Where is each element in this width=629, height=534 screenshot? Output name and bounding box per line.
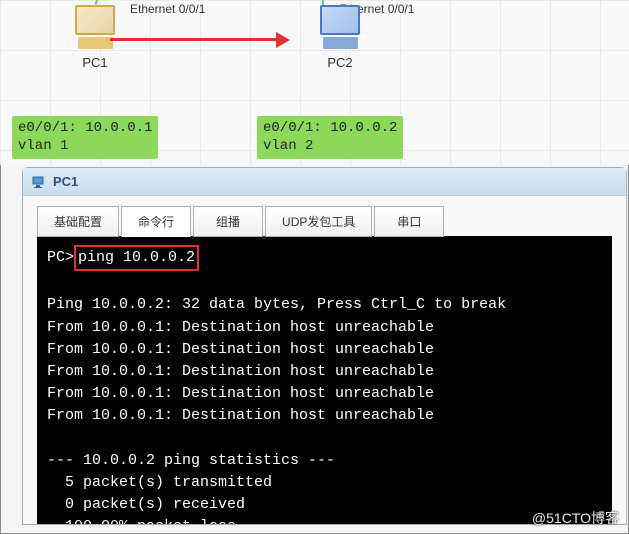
terminal-line: --- 10.0.0.2 ping statistics --- [47,450,602,472]
app-icon [31,174,47,190]
terminal-line: From 10.0.0.1: Destination host unreacha… [47,317,602,339]
pc2-interface: e0/0/1: 10.0.0.2 [263,120,397,138]
window-titlebar[interactable]: PC1 [23,168,626,196]
tab-1[interactable]: 命令行 [121,206,191,237]
pc-icon [315,5,365,50]
terminal-output[interactable]: PC>ping 10.0.0.2 Ping 10.0.0.2: 32 data … [37,236,612,524]
terminal-window: PC1 基础配置命令行组播UDP发包工具串口 PC>ping 10.0.0.2 … [22,167,627,525]
pc1-info-box: e0/0/1: 10.0.0.1 vlan 1 [12,116,158,159]
ethernet-label-pc1: Ethernet 0/0/1 [130,2,205,16]
network-topology: Ethernet 0/0/1 Ethernet 0/0/1 PC1 PC2 e0… [0,0,629,165]
tab-4[interactable]: 串口 [374,206,444,237]
watermark: @51CTO博客 [532,508,619,528]
terminal-prompt: PC> [47,249,74,266]
terminal-line: 5 packet(s) transmitted [47,472,602,494]
pc1-vlan: vlan 1 [18,138,152,156]
tab-2[interactable]: 组播 [193,206,263,237]
terminal-line: 0 packet(s) received [47,494,602,516]
pc2-info-box: e0/0/1: 10.0.0.2 vlan 2 [257,116,403,159]
tab-bar: 基础配置命令行组播UDP发包工具串口 PC>ping 10.0.0.2 Ping… [23,196,626,524]
ping-command-highlight: ping 10.0.0.2 [74,245,199,271]
terminal-line: Ping 10.0.0.2: 32 data bytes, Press Ctrl… [47,294,602,316]
terminal-line: From 10.0.0.1: Destination host unreacha… [47,339,602,361]
pc1-interface: e0/0/1: 10.0.0.1 [18,120,152,138]
ping-arrow [110,32,290,48]
tab-0[interactable]: 基础配置 [37,206,119,237]
terminal-line [47,272,602,294]
terminal-line: From 10.0.0.1: Destination host unreacha… [47,405,602,427]
terminal-line: From 10.0.0.1: Destination host unreacha… [47,383,602,405]
pc2-node[interactable]: PC2 [300,5,380,70]
tab-3[interactable]: UDP发包工具 [265,206,372,237]
pc2-vlan: vlan 2 [263,138,397,156]
terminal-line: From 10.0.0.1: Destination host unreacha… [47,361,602,383]
pc2-label: PC2 [300,55,380,70]
terminal-line: 100.00% packet loss [47,516,602,524]
terminal-line [47,428,602,450]
window-title: PC1 [53,174,78,189]
pc1-label: PC1 [55,55,135,70]
